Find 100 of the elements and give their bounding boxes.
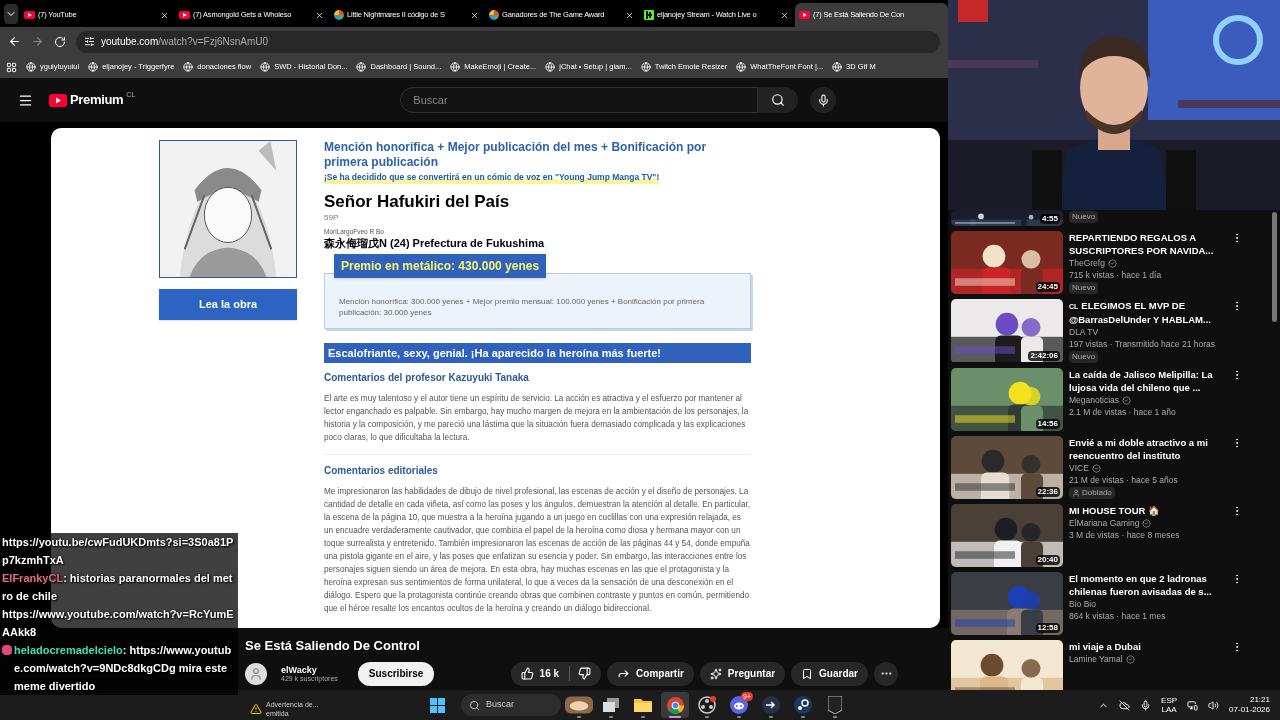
chat-message: https://youtu.be/cwFudUKDmts?si=3S0a81Pp7kzmhTxA [2, 535, 235, 568]
running-indicator [769, 716, 773, 718]
chat-message: heladocremadelcielo: https://www.youtube.com/watch?v=9NDc8dkgCDg mira este meme divertido [14, 643, 233, 694]
bookmark-icon [801, 667, 814, 680]
volume-icon[interactable] [1208, 699, 1220, 711]
apps-icon[interactable] [6, 61, 17, 73]
close-icon[interactable] [625, 10, 634, 20]
section-heading: Comentarios editoriales [324, 464, 439, 479]
dislike-icon[interactable] [578, 667, 592, 680]
video-tag: Doblado [1069, 487, 1115, 499]
running-indicator [577, 716, 581, 718]
duration-badge: 12:58 [1035, 623, 1060, 633]
pinwheel-icon [489, 10, 499, 20]
close-icon[interactable] [470, 10, 479, 20]
close-icon[interactable] [315, 10, 324, 20]
play-logo-icon [799, 11, 810, 19]
video-meta: 2.1 M de vistas · hace 1 año [1069, 406, 1177, 418]
windows-logo-icon[interactable] [430, 697, 445, 713]
chat-message: https://www.youtube.com/watch?v=RcYumEAAkk8 [2, 607, 235, 640]
share-button[interactable]: Compartir [607, 661, 694, 686]
prize-label: Premio en metálico: 430.000 yenes [334, 253, 547, 278]
more-button[interactable] [874, 661, 898, 686]
folder-icon [634, 698, 652, 712]
weather-widget-icon [565, 696, 593, 714]
close-icon[interactable] [160, 10, 169, 20]
like-count[interactable]: 16 k [539, 666, 571, 681]
task-view-icon [603, 698, 619, 712]
video-title: Se Está Saliendo De Control [245, 637, 421, 655]
author-line: 森永侮瑠戊N (24) Prefectura de Fukushima [324, 236, 546, 250]
back-icon[interactable] [8, 35, 21, 48]
play-logo-icon [49, 93, 67, 107]
close-icon[interactable] [780, 10, 789, 20]
menu-icon[interactable] [18, 92, 33, 108]
save-button[interactable]: Guardar [791, 661, 868, 686]
reload-icon[interactable] [54, 35, 66, 48]
channel-avatar[interactable] [245, 662, 267, 685]
record-icon [698, 696, 716, 714]
like-icon[interactable] [520, 667, 534, 680]
channel-name[interactable]: elWacky [281, 664, 338, 675]
prize-detail: Mención honorífica: 300.000 yenes + Mejor premio mensual: 100.000 yenes + Bonificación por primera publicación: 30.000 yenes [339, 295, 706, 318]
globe-icon [450, 62, 461, 72]
forward-icon[interactable] [31, 35, 44, 48]
video-title: mi viaje a Dubai [1069, 640, 1142, 653]
duration-badge: 20:40 [1035, 555, 1060, 565]
video-meta: 21 M de vistas · hace 5 años [1069, 474, 1179, 486]
read-button[interactable]: Lea la obra [159, 289, 297, 320]
channel-name: VICE [1069, 462, 1089, 474]
running-indicator [669, 716, 681, 718]
network-icon[interactable] [1187, 699, 1199, 711]
channel-name: TheGrefg [1069, 257, 1105, 269]
subscribe-button[interactable]: Suscribirse [357, 661, 435, 686]
tab-list-button[interactable] [4, 4, 18, 24]
related-video[interactable]: 4:55 Nuevo [951, 210, 1280, 226]
duration-badge: 22:36 [1035, 487, 1060, 497]
address-host: youtube.com [101, 35, 159, 49]
clock[interactable]: 21:21 07-01-2026 [1229, 695, 1270, 715]
video-title: MI HOUSE TOUR 🏠 [1069, 504, 1161, 517]
video-title: La caída de Jalisco Melipilla: La lujosa vida del chileno que ... [1069, 368, 1214, 394]
ask-button[interactable]: Preguntar [699, 661, 786, 686]
site-settings-icon[interactable] [84, 36, 95, 47]
channel-name: Meganoticias [1069, 394, 1120, 406]
globe-icon [88, 62, 99, 72]
taskbar-search[interactable]: Buscar [461, 694, 561, 716]
duration-badge: 4:55 [1040, 214, 1060, 224]
mic-icon [816, 93, 830, 107]
scrollbar-thumb[interactable] [1272, 212, 1277, 322]
related-video[interactable]: 24:45 REPARTIENDO REGALOS A SUSCRIPTORES POR NAVIDA... TheGrefg 715 k vistas · hace 1 día Nuevo [951, 231, 1280, 294]
globe-icon [260, 62, 271, 72]
video-meta: 864 k vistas · hace 1 mes [1069, 610, 1167, 622]
duration-badge: 24:45 [1035, 282, 1060, 292]
share-icon [617, 667, 631, 680]
sparkle-icon [709, 667, 722, 680]
running-indicator [833, 716, 837, 718]
globe-icon [183, 62, 194, 72]
mic-icon[interactable] [1140, 699, 1152, 711]
channel-name: DLA TV [1069, 326, 1099, 338]
running-indicator [801, 716, 805, 718]
video-tag: Nuevo [1069, 282, 1099, 294]
language-indicator[interactable]: ESP LAA [1161, 696, 1178, 714]
person-icon [1072, 489, 1080, 497]
play-logo-icon [179, 11, 190, 19]
address-field[interactable]: youtube.com/watch?v=Fzj6NsnAmU0 [76, 30, 940, 53]
warning-icon [250, 703, 262, 715]
tagline-banner: Escalofriante, sexy, genial. ¡Ha aparecido la heroína más fuerte! [324, 342, 751, 364]
award-heading: Mención honorífica + Mejor publicación del mes + Bonificación por primera publicación [324, 140, 708, 170]
taskbar-app[interactable] [661, 692, 689, 718]
related-video[interactable]: 12:58 El momento en que 2 ladronas chilenas fueron avisadas de s... Bio Bio 864 k vistas · hace 1 mes [951, 572, 1280, 635]
video-meta: 715 k vistas · hace 1 día [1069, 269, 1163, 281]
channel-name: Bio Bio [1069, 598, 1096, 610]
related-video[interactable]: 22:36 Envié a mi doble atractivo a mi reencuentro del instituto VICE 21 M de vistas · hace 5 años Doblado [951, 436, 1280, 499]
globe-icon [545, 62, 556, 72]
related-video[interactable]: 14:56 La caída de Jalisco Melipilla: La lujosa vida del chileno que ... Meganoticias 2.1 M de vistas · hace 1 año [951, 368, 1280, 431]
search-field[interactable]: Buscar [400, 87, 759, 113]
channel-name: Lamine Yamal [1069, 653, 1123, 665]
related-video[interactable]: 20:40 MI HOUSE TOUR 🏠 ElMariana Gaming 3 M de vistas · hace 8 meses [951, 504, 1280, 567]
globe-icon [832, 62, 843, 72]
shield-logo-icon [828, 696, 842, 714]
cloud-off-icon[interactable] [1119, 699, 1131, 711]
voice-search-button[interactable] [810, 87, 837, 113]
search-button[interactable] [758, 87, 799, 113]
